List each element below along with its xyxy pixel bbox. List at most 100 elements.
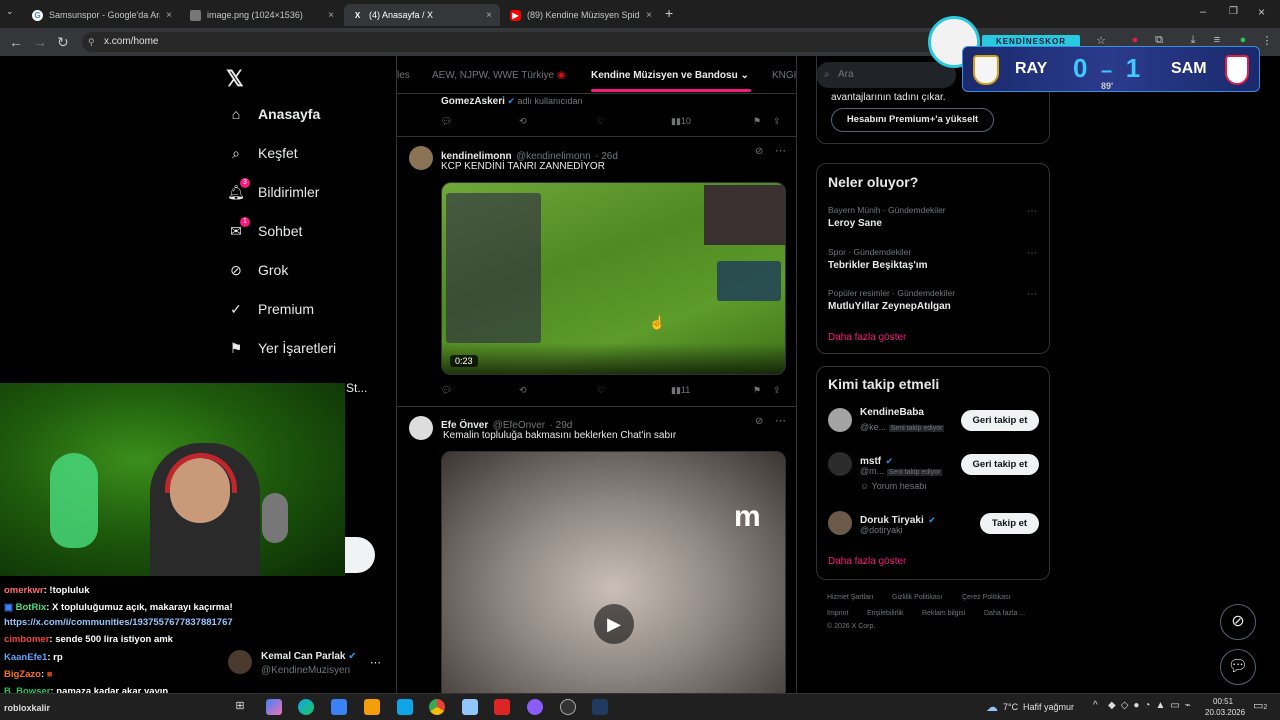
play-button[interactable]: ▶ [594,604,634,644]
tab-kendine[interactable]: Kendine Müzisyen ve Bandosu ⌄ [591,70,749,81]
reload-icon[interactable]: ↻ [57,34,69,51]
obs-icon[interactable] [560,699,576,715]
app-icon[interactable] [462,699,478,715]
more-icon[interactable]: ⋯ [775,414,786,427]
more-icon[interactable]: ⋯ [1027,206,1037,217]
follow-button[interactable]: Takip et [980,513,1039,534]
site-info-icon[interactable]: ⚲ [88,32,95,52]
grok-icon[interactable]: ⊘ [755,146,763,157]
footer-link[interactable]: Erişilebilirlik [867,610,904,617]
nav-bookmarks[interactable]: ⚑ Yer İşaretleri [228,340,336,357]
clock-date[interactable]: 20.03.2026 [1205,708,1245,717]
folder-icon[interactable] [364,699,380,715]
video-app-icon[interactable] [494,699,510,715]
retweet-icon[interactable]: ⟲ [519,385,527,396]
store-icon[interactable] [331,699,347,715]
messages-fab[interactable]: 💬︎ [1220,649,1256,685]
show-more-link[interactable]: Daha fazla göster [828,556,906,567]
weather-text[interactable]: Hafif yağmur [1023,702,1074,712]
retweet-icon[interactable]: ⟲ [519,116,527,127]
reply-icon[interactable]: 💬︎ [441,116,452,127]
tray-chevron-icon[interactable]: ^ [1093,700,1098,711]
nav-notifications[interactable]: 🔔︎ 3 Bildirimler [227,178,319,200]
account-more-icon[interactable]: ⋯ [370,656,381,669]
chevron-down-icon[interactable]: ⌄ [740,70,748,81]
address-bar[interactable]: ⚲ x.com/home [82,32,942,52]
close-icon[interactable]: × [486,10,492,21]
account-name-row[interactable]: Kemal Can Parlak ✔ [261,651,357,662]
close-window-icon[interactable]: × [1258,5,1265,19]
follow-back-button[interactable]: Geri takip et [961,410,1039,431]
weather-temp[interactable]: 7°C [1003,702,1018,712]
views-icon[interactable]: ▮▮ 11 [671,385,690,396]
footer-link[interactable]: Çerez Politikası [962,594,1011,601]
nav-premium[interactable]: ✓ Premium [228,301,314,318]
chat-app-icon[interactable] [527,699,543,715]
browser-tab-1[interactable]: G Samsunspor - Google'da Ara × [24,4,180,26]
close-icon[interactable]: × [166,10,172,21]
browser-tab-3[interactable]: X (4) Anasayfa / X × [344,4,500,26]
account-avatar[interactable] [228,650,252,674]
footer-link[interactable]: Gizlilik Politikası [892,594,942,601]
reply-icon[interactable]: 💬︎ [441,385,452,396]
tab-list-button[interactable]: ⌄ [6,6,20,20]
nav-messages[interactable]: ✉ 1 Sohbet [228,217,302,239]
tweet-video[interactable]: 0:23 ☝ [441,182,786,375]
suggestion-name[interactable]: KendineBaba [860,407,924,418]
footer-link[interactable]: Imprint [827,610,848,617]
share-icon[interactable]: ⇪ [773,385,781,396]
avatar[interactable] [828,408,852,432]
chat-link[interactable]: https://x.com/i/communities/193755767783… [4,617,233,628]
grok-fab[interactable]: ⊘ [1220,604,1256,640]
forward-icon[interactable]: → [33,34,47,50]
footer-link[interactable]: Reklam bilgisi [922,610,965,617]
tray-icons[interactable]: ◆◇●◔▲▭⌁ [1108,700,1196,711]
tab-aew[interactable]: AEW, NJPW, WWE Türkiye ◉ [432,70,566,81]
new-tab-button[interactable]: + [665,5,673,21]
chrome-icon[interactable] [429,699,445,715]
more-icon[interactable]: ⋯ [775,144,786,157]
tweet-video[interactable]: m ▶ [441,451,786,693]
trend-name[interactable]: Tebrikler Beşiktaş'ım [828,260,927,271]
close-icon[interactable]: × [328,10,334,21]
more-icon[interactable]: ⋯ [1027,248,1037,259]
notification-icon[interactable]: ▭2 [1253,699,1267,712]
trend-name[interactable]: Leroy Sane [828,218,882,229]
nav-home[interactable]: ⌂ Anasayfa [228,106,321,122]
outlook-icon[interactable] [397,699,413,715]
more-icon[interactable]: ⋯ [1027,289,1037,300]
footer-link[interactable]: Daha fazla ... [984,610,1025,617]
footer-link[interactable]: Hizmet Şartları [827,594,873,601]
share-icon[interactable]: ⇪ [773,116,781,127]
back-icon[interactable]: ← [9,34,23,50]
copilot-icon[interactable] [266,699,282,715]
edge-icon[interactable] [298,699,314,715]
avatar[interactable] [828,511,852,535]
grok-icon[interactable]: ⊘ [755,416,763,427]
premium-upgrade-button[interactable]: Hesabını Premium+'a yükselt [831,108,994,132]
close-icon[interactable]: × [646,10,652,21]
views-icon[interactable]: ▮▮ 10 [671,116,691,127]
like-icon[interactable]: ♡ [597,385,605,396]
nav-explore[interactable]: ⌕ Keşfet [228,145,298,162]
author-name[interactable]: GomezAskeri [441,96,505,107]
browser-tab-4[interactable]: ▶ (89) Kendine Müzisyen Spiderm × [502,4,660,26]
nav-grok[interactable]: ⊘ Grok [228,262,288,279]
browser-tab-2[interactable]: image.png (1024×1536) × [182,4,342,26]
show-more-link[interactable]: Daha fazla göster [828,332,906,343]
avatar[interactable] [828,452,852,476]
minimize-icon[interactable]: – [1200,6,1206,18]
tab-kngi[interactable]: KNGI [772,70,796,81]
search-taskbar-icon[interactable]: ⊞ [232,699,248,715]
bookmark-icon[interactable]: ⚑ [753,116,761,127]
maximize-icon[interactable]: ❐ [1229,6,1238,17]
follow-back-button[interactable]: Geri takip et [961,454,1039,475]
clock-time[interactable]: 00:51 [1213,697,1233,706]
x-logo-icon[interactable]: 𝕏 [226,66,244,92]
steam-icon[interactable] [592,699,608,715]
bookmark-icon[interactable]: ⚑ [753,385,761,396]
trend-name[interactable]: MutluYıllar ZeynepAtılgan [828,301,951,312]
avatar[interactable] [409,146,433,170]
tab-communities[interactable]: les [397,70,410,81]
avatar[interactable] [409,416,433,440]
